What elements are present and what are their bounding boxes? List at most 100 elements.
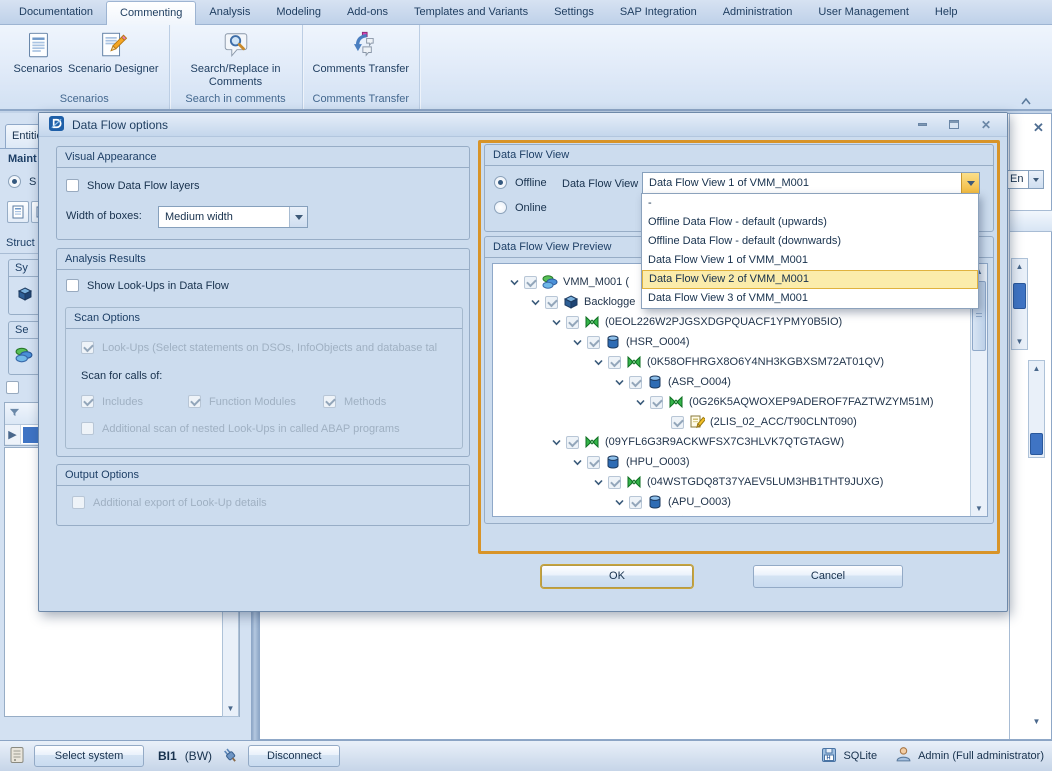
filter-funnel-icon[interactable] bbox=[9, 407, 20, 421]
dropdown-item[interactable]: Data Flow View 2 of VMM_M001 bbox=[642, 270, 978, 289]
tree-node[interactable]: (0K58OFHRGX8O6Y4NH3KGBXSM72AT01QV) bbox=[493, 352, 987, 372]
ribbon-group-scenarios: ScenariosScenario DesignerScenarios bbox=[0, 25, 170, 109]
side-scrollbar-upper[interactable]: ▲ ▼ bbox=[1011, 258, 1028, 350]
tree-node[interactable]: (APU_O003) bbox=[493, 492, 987, 512]
dropdown-item[interactable]: - bbox=[642, 194, 978, 213]
dropdown-item[interactable]: Offline Data Flow - default (upwards) bbox=[642, 213, 978, 232]
expand-chevron-icon[interactable] bbox=[572, 337, 582, 347]
scroll-up-arrow[interactable]: ▲ bbox=[1029, 361, 1044, 376]
expand-chevron-icon[interactable] bbox=[635, 397, 645, 407]
dialog-title-bar[interactable]: Data Flow options bbox=[39, 113, 1007, 137]
close-button[interactable]: ✕ bbox=[977, 117, 995, 132]
chevron-down-icon[interactable] bbox=[961, 173, 979, 193]
tree-node-checkbox[interactable] bbox=[545, 296, 558, 309]
expand-chevron-icon[interactable] bbox=[572, 457, 582, 467]
section-structure[interactable]: Struct bbox=[6, 237, 35, 249]
panel-close-icon[interactable]: ✕ bbox=[1033, 120, 1044, 136]
show-layers-checkbox[interactable] bbox=[66, 179, 79, 192]
online-radio[interactable] bbox=[494, 201, 507, 214]
tree-node[interactable]: (2LIS_02_ACC/T90CLNT090) bbox=[493, 412, 987, 432]
ribbon-tab-documentation[interactable]: Documentation bbox=[6, 0, 106, 24]
data-flow-view-combo[interactable]: Data Flow View 1 of VMM_M001 bbox=[642, 172, 980, 194]
tree-node-checkbox[interactable] bbox=[587, 456, 600, 469]
tree-node-checkbox[interactable] bbox=[608, 356, 621, 369]
tree-node-checkbox[interactable] bbox=[608, 476, 621, 489]
tree-node-checkbox[interactable] bbox=[650, 516, 663, 518]
expand-chevron-icon[interactable] bbox=[593, 477, 603, 487]
tree-node[interactable]: (09YFL6G3R9ACKWFSX7C3HLVK7QTGTAGW) bbox=[493, 432, 987, 452]
expand-chevron-icon[interactable] bbox=[593, 357, 603, 367]
scroll-thumb[interactable] bbox=[1030, 433, 1043, 455]
online-radio-row[interactable]: Online bbox=[494, 201, 547, 214]
tree-node-checkbox[interactable] bbox=[650, 396, 663, 409]
multiprovider-icon bbox=[542, 274, 558, 290]
expand-chevron-icon[interactable] bbox=[614, 497, 624, 507]
expand-chevron-icon[interactable] bbox=[551, 437, 561, 447]
scroll-down-arrow[interactable]: ▼ bbox=[1028, 714, 1045, 729]
tree-node[interactable]: (0EOL226W2PJGSXDGPQUACF1YPMY0B5IO) bbox=[493, 312, 987, 332]
chevron-down-icon[interactable] bbox=[289, 207, 307, 227]
ribbon-collapse-icon[interactable] bbox=[1020, 96, 1034, 108]
disconnect-button[interactable]: Disconnect bbox=[248, 745, 340, 767]
search-replace-in-comments-button[interactable]: Search/Replace in Comments bbox=[180, 29, 292, 89]
ribbon-tab-add-ons[interactable]: Add-ons bbox=[334, 0, 401, 24]
tree-node[interactable] bbox=[493, 512, 987, 517]
ribbon-tab-commenting[interactable]: Commenting bbox=[106, 1, 196, 25]
chevron-down-icon[interactable] bbox=[1029, 170, 1044, 189]
tree-node-checkbox[interactable] bbox=[629, 376, 642, 389]
ribbon-tab-templates-and-variants[interactable]: Templates and Variants bbox=[401, 0, 541, 24]
tree-node[interactable]: (0G26K5AQWOXEP9ADEROF7FAZTWZYM51M) bbox=[493, 392, 987, 412]
maximize-button[interactable] bbox=[945, 117, 963, 132]
scroll-down-arrow[interactable]: ▼ bbox=[971, 501, 987, 516]
side-scrollbar-lower[interactable]: ▲ bbox=[1028, 360, 1045, 458]
scroll-down-arrow[interactable]: ▼ bbox=[223, 701, 238, 716]
tree-node-checkbox[interactable] bbox=[629, 496, 642, 509]
visual-appearance-group: Visual Appearance Show Data Flow layers … bbox=[56, 146, 470, 240]
expand-chevron-icon[interactable] bbox=[530, 297, 540, 307]
expand-chevron-icon[interactable] bbox=[614, 377, 624, 387]
dropdown-item[interactable]: Data Flow View 1 of VMM_M001 bbox=[642, 251, 978, 270]
expand-chevron-icon[interactable] bbox=[509, 277, 519, 287]
scenario-designer-button[interactable]: Scenario Designer bbox=[68, 29, 159, 76]
tree-node-checkbox[interactable] bbox=[671, 416, 684, 429]
left-panel-radio-row[interactable]: S bbox=[8, 175, 36, 188]
tree-node[interactable]: (HPU_O003) bbox=[493, 452, 987, 472]
show-layers-row[interactable]: Show Data Flow layers bbox=[66, 179, 200, 192]
ribbon-tab-administration[interactable]: Administration bbox=[710, 0, 806, 24]
ribbon-tab-sap-integration[interactable]: SAP Integration bbox=[607, 0, 710, 24]
dropdown-item[interactable]: Data Flow View 3 of VMM_M001 bbox=[642, 289, 978, 308]
transformation-icon bbox=[626, 354, 642, 370]
select-system-button[interactable]: Select system bbox=[34, 745, 144, 767]
cancel-button[interactable]: Cancel bbox=[753, 565, 903, 588]
ok-button[interactable]: OK bbox=[541, 565, 693, 588]
language-selector[interactable]: En bbox=[1004, 170, 1044, 189]
ribbon-tab-settings[interactable]: Settings bbox=[541, 0, 607, 24]
dropdown-item[interactable]: Offline Data Flow - default (downwards) bbox=[642, 232, 978, 251]
show-lookups-row[interactable]: Show Look-Ups in Data Flow bbox=[66, 279, 229, 292]
tree-node-checkbox[interactable] bbox=[524, 276, 537, 289]
tree-node[interactable]: (HSR_O004) bbox=[493, 332, 987, 352]
tree-node[interactable]: (ASR_O004) bbox=[493, 372, 987, 392]
document-tool-button[interactable] bbox=[7, 201, 29, 223]
minimize-button[interactable] bbox=[913, 117, 931, 132]
scroll-thumb[interactable] bbox=[1013, 283, 1026, 309]
tree-node-checkbox[interactable] bbox=[587, 336, 600, 349]
radio-button[interactable] bbox=[8, 175, 21, 188]
scenarios-button[interactable]: Scenarios bbox=[10, 29, 66, 76]
width-of-boxes-combo[interactable]: Medium width bbox=[158, 206, 308, 228]
offline-radio-row[interactable]: Offline bbox=[494, 176, 547, 189]
tree-node-checkbox[interactable] bbox=[566, 436, 579, 449]
ribbon-tab-help[interactable]: Help bbox=[922, 0, 971, 24]
scroll-down-arrow[interactable]: ▼ bbox=[1012, 334, 1027, 349]
show-lookups-checkbox[interactable] bbox=[66, 279, 79, 292]
expand-chevron-icon[interactable] bbox=[551, 317, 561, 327]
tree-node[interactable]: (04WSTGDQ8T37YAEV5LUM3HB1THT9JUXG) bbox=[493, 472, 987, 492]
comments-transfer-button[interactable]: Comments Transfer bbox=[313, 29, 410, 76]
ribbon-tab-analysis[interactable]: Analysis bbox=[196, 0, 263, 24]
scroll-up-arrow[interactable]: ▲ bbox=[1012, 259, 1027, 274]
ribbon-tab-modeling[interactable]: Modeling bbox=[263, 0, 334, 24]
left-panel-checkbox[interactable] bbox=[6, 381, 19, 394]
offline-radio[interactable] bbox=[494, 176, 507, 189]
tree-node-checkbox[interactable] bbox=[566, 316, 579, 329]
ribbon-tab-user-management[interactable]: User Management bbox=[805, 0, 922, 24]
